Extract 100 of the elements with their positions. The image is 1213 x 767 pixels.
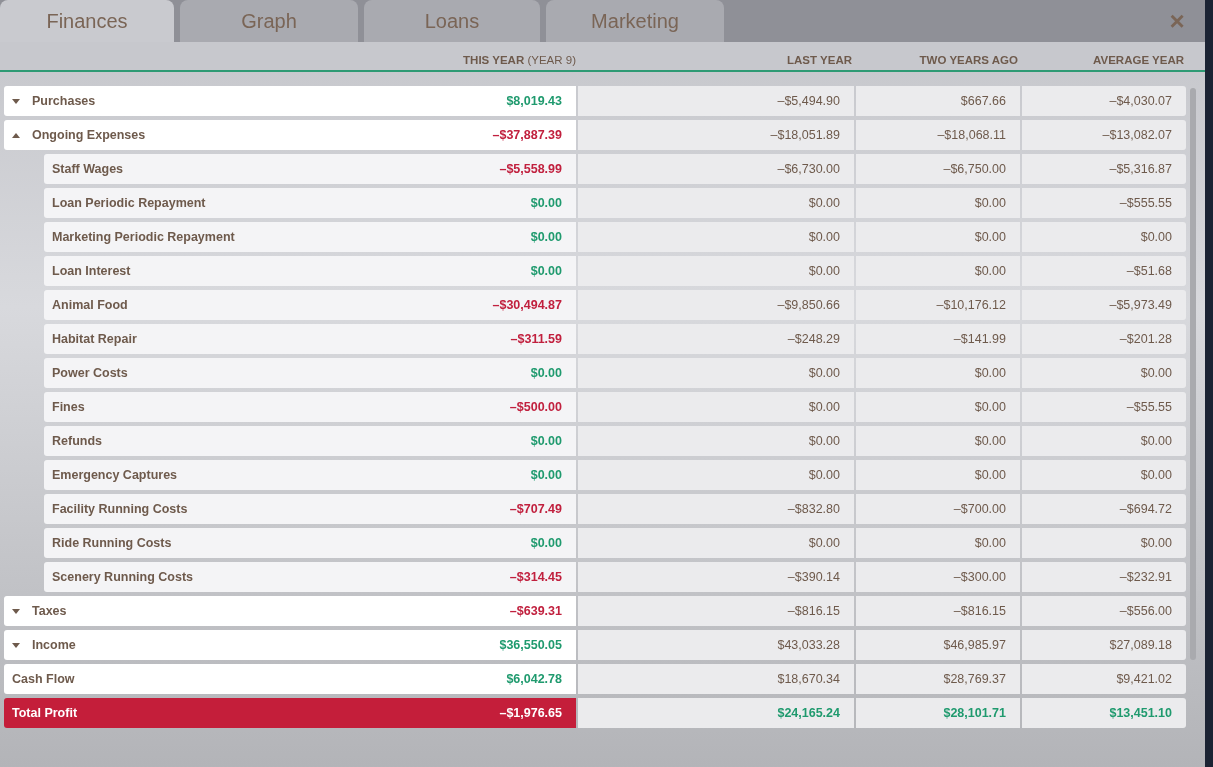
this-year-value: $0.00 xyxy=(530,536,562,550)
table-cell: $0.00 xyxy=(856,460,1020,490)
table-cell: $13,451.10 xyxy=(1022,698,1186,728)
table-cell: –$201.28 xyxy=(1022,324,1186,354)
row-label: Ride Running Costs xyxy=(52,536,173,550)
table-cell: $28,101.71 xyxy=(856,698,1020,728)
scrollbar[interactable] xyxy=(1190,88,1196,660)
table-cell: –$700.00 xyxy=(856,494,1020,524)
table-cell: –$5,973.49 xyxy=(1022,290,1186,320)
this-year-value: $0.00 xyxy=(530,264,562,278)
table-cell: $27,089.18 xyxy=(1022,630,1186,660)
table-cell: $0.00 xyxy=(856,222,1020,252)
this-year-value: $6,042.78 xyxy=(506,672,562,686)
table-cell: –$6,750.00 xyxy=(856,154,1020,184)
table-cell: –$232.91 xyxy=(1022,562,1186,592)
table-cell: $0.00 xyxy=(578,358,854,388)
this-year-value: –$37,887.39 xyxy=(492,128,562,142)
table-cell: $24,165.24 xyxy=(578,698,854,728)
row-label: Cash Flow xyxy=(12,672,76,686)
tab[interactable]: Graph xyxy=(180,0,358,42)
row-label: Habitat Repair xyxy=(52,332,138,346)
this-year-value: –$500.00 xyxy=(509,400,562,414)
row-label: Loan Periodic Repayment xyxy=(52,196,207,210)
row-label: Total Profit xyxy=(12,706,79,720)
table-cell: –$390.14 xyxy=(578,562,854,592)
this-year-value: $36,550.05 xyxy=(499,638,562,652)
table-cell: $0.00 xyxy=(578,256,854,286)
table-cell: –$5,316.87 xyxy=(1022,154,1186,184)
row-label: Facility Running Costs xyxy=(52,502,189,516)
table-cell: –$694.72 xyxy=(1022,494,1186,524)
row-label-cell[interactable]: Income $36,550.05 xyxy=(4,630,576,660)
table-cell: –$9,850.66 xyxy=(578,290,854,320)
row-label: Ongoing Expenses xyxy=(32,128,147,142)
row-label: Fines xyxy=(52,400,86,414)
table-cell: $0.00 xyxy=(578,392,854,422)
row-label: Power Costs xyxy=(52,366,129,380)
this-year-value: $0.00 xyxy=(530,366,562,380)
table-cell: –$13,082.07 xyxy=(1022,120,1186,150)
table-cell: $9,421.02 xyxy=(1022,664,1186,694)
this-year-value: –$707.49 xyxy=(509,502,562,516)
row-label: Scenery Running Costs xyxy=(52,570,194,584)
expand-caret-icon[interactable] xyxy=(12,608,20,614)
row-label-cell[interactable]: Purchases $8,019.43 xyxy=(4,86,576,116)
table-cell: $0.00 xyxy=(1022,426,1186,456)
table-cell: $0.00 xyxy=(856,426,1020,456)
this-year-value: $0.00 xyxy=(530,468,562,482)
column-header: TWO YEARS AGO xyxy=(918,54,1019,66)
table-cell: $667.66 xyxy=(856,86,1020,116)
this-year-value: $0.00 xyxy=(530,230,562,244)
this-year-value: $0.00 xyxy=(530,434,562,448)
table-cell: $0.00 xyxy=(856,528,1020,558)
this-year-value: –$314.45 xyxy=(509,570,562,584)
column-header: LAST YEAR xyxy=(786,54,853,66)
table-cell: –$4,030.07 xyxy=(1022,86,1186,116)
table-cell: –$556.00 xyxy=(1022,596,1186,626)
table-cell: $0.00 xyxy=(578,188,854,218)
expand-caret-icon[interactable] xyxy=(12,642,20,648)
table-cell: –$55.55 xyxy=(1022,392,1186,422)
table-cell: $0.00 xyxy=(578,222,854,252)
this-year-value: $8,019.43 xyxy=(506,94,562,108)
this-year-value: –$5,558.99 xyxy=(499,162,562,176)
column-header: AVERAGE YEAR xyxy=(1092,54,1185,66)
table-cell: $0.00 xyxy=(1022,222,1186,252)
table-cell: –$300.00 xyxy=(856,562,1020,592)
table-cell: $0.00 xyxy=(578,426,854,456)
tab[interactable]: Marketing xyxy=(546,0,724,42)
table-cell: –$18,051.89 xyxy=(578,120,854,150)
table-cell: $28,769.37 xyxy=(856,664,1020,694)
collapse-caret-icon[interactable] xyxy=(12,132,20,138)
column-header: THIS YEAR (YEAR 9) xyxy=(462,54,576,66)
table-cell: $0.00 xyxy=(578,460,854,490)
table-cell: –$816.15 xyxy=(578,596,854,626)
close-button[interactable]: × xyxy=(1165,6,1189,34)
row-label: Loan Interest xyxy=(52,264,132,278)
row-label-cell[interactable]: Ongoing Expenses –$37,887.39 xyxy=(4,120,576,150)
table-cell: –$5,494.90 xyxy=(578,86,854,116)
row-label: Emergency Captures xyxy=(52,468,179,482)
table-cell: $0.00 xyxy=(578,528,854,558)
expand-caret-icon[interactable] xyxy=(12,98,20,104)
table-cell: –$555.55 xyxy=(1022,188,1186,218)
this-year-value: –$311.59 xyxy=(510,332,562,346)
row-label: Animal Food xyxy=(52,298,129,312)
this-year-value: –$30,494.87 xyxy=(492,298,562,312)
tab[interactable]: Loans xyxy=(364,0,540,42)
row-label-cell[interactable]: Taxes –$639.31 xyxy=(4,596,576,626)
table-cell: $18,670.34 xyxy=(578,664,854,694)
table-cell: $0.00 xyxy=(856,392,1020,422)
table-cell: –$10,176.12 xyxy=(856,290,1020,320)
this-year-value: –$639.31 xyxy=(509,604,562,618)
table-cell: –$832.80 xyxy=(578,494,854,524)
row-label: Taxes xyxy=(32,604,68,618)
table-cell: $43,033.28 xyxy=(578,630,854,660)
table-cell: –$248.29 xyxy=(578,324,854,354)
row-label: Refunds xyxy=(52,434,103,448)
table-cell: –$51.68 xyxy=(1022,256,1186,286)
tab[interactable]: Finances xyxy=(0,0,174,42)
table-cell: $0.00 xyxy=(1022,358,1186,388)
table-cell: $46,985.97 xyxy=(856,630,1020,660)
table-cell: –$816.15 xyxy=(856,596,1020,626)
this-year-value: –$1,976.65 xyxy=(499,706,562,720)
